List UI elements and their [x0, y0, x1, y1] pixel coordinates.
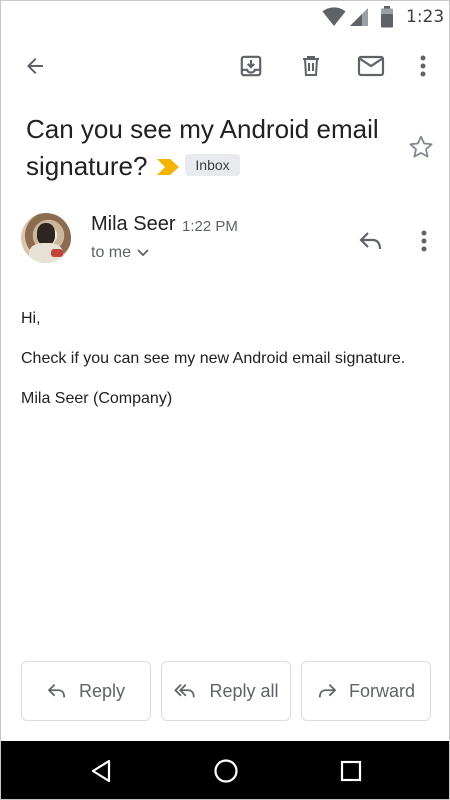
- email-screen: 1:23 Can you see my Android email signat…: [0, 0, 450, 800]
- message-body: Hi, Check if you can see my new Android …: [21, 309, 436, 429]
- chevron-down-icon: [137, 249, 149, 257]
- message-time: 1:22 PM: [182, 218, 238, 235]
- inbox-label[interactable]: Inbox: [185, 154, 240, 177]
- avatar-accent: [51, 249, 63, 257]
- recipient-details-toggle[interactable]: to me: [91, 244, 149, 262]
- reply-label: Reply: [78, 680, 126, 701]
- back-arrow-icon: [27, 58, 43, 74]
- reply-icon: [359, 232, 382, 250]
- forward-button[interactable]: Forward: [301, 661, 431, 721]
- nav-home-icon: [214, 759, 238, 783]
- cell-signal-icon: [349, 7, 369, 32]
- message-more-button[interactable]: [406, 223, 442, 259]
- nav-back-button[interactable]: [83, 753, 119, 789]
- forward-icon: [318, 683, 337, 698]
- more-vert-icon: [421, 230, 427, 252]
- toolbar-more-button[interactable]: [403, 46, 443, 86]
- status-clock: 1:23: [406, 7, 445, 27]
- body-greeting: Hi,: [21, 310, 41, 327]
- email-subject: Can you see my Android email signature? I…: [26, 111, 386, 187]
- reply-icon: [47, 683, 66, 698]
- reply-all-icon: [174, 683, 196, 698]
- nav-home-button[interactable]: [208, 753, 244, 789]
- forward-label: Forward: [348, 680, 415, 701]
- battery-icon: [380, 6, 394, 33]
- wifi-icon: [322, 7, 346, 32]
- body-signature: Mila Seer (Company): [21, 390, 173, 407]
- reply-all-label: Reply all: [209, 680, 279, 701]
- nav-back-icon: [91, 759, 111, 783]
- mail-icon: [357, 55, 385, 77]
- nav-recents-button[interactable]: [333, 753, 369, 789]
- quick-reply-button[interactable]: [353, 223, 389, 259]
- star-icon: [409, 135, 433, 158]
- body-text: Check if you can see my new Android emai…: [21, 350, 406, 367]
- star-button[interactable]: [403, 129, 439, 165]
- avatar-figure: [37, 223, 55, 245]
- system-nav-bar: [1, 741, 449, 799]
- nav-recents-icon: [340, 760, 362, 782]
- sender-name: Mila Seer: [91, 213, 176, 235]
- mark-unread-button[interactable]: [351, 46, 391, 86]
- reply-button[interactable]: Reply: [21, 661, 151, 721]
- importance-marker-icon[interactable]: [157, 148, 180, 185]
- more-vert-icon: [420, 55, 426, 77]
- recipient-text: to me: [91, 244, 132, 261]
- trash-icon: [303, 56, 319, 76]
- archive-button[interactable]: [231, 46, 271, 86]
- reply-all-button[interactable]: Reply all: [161, 661, 291, 721]
- status-bar: 1:23: [1, 1, 449, 33]
- back-button[interactable]: [15, 46, 55, 86]
- archive-icon: [240, 55, 262, 77]
- sender-avatar[interactable]: [21, 213, 71, 263]
- delete-button[interactable]: [291, 46, 331, 86]
